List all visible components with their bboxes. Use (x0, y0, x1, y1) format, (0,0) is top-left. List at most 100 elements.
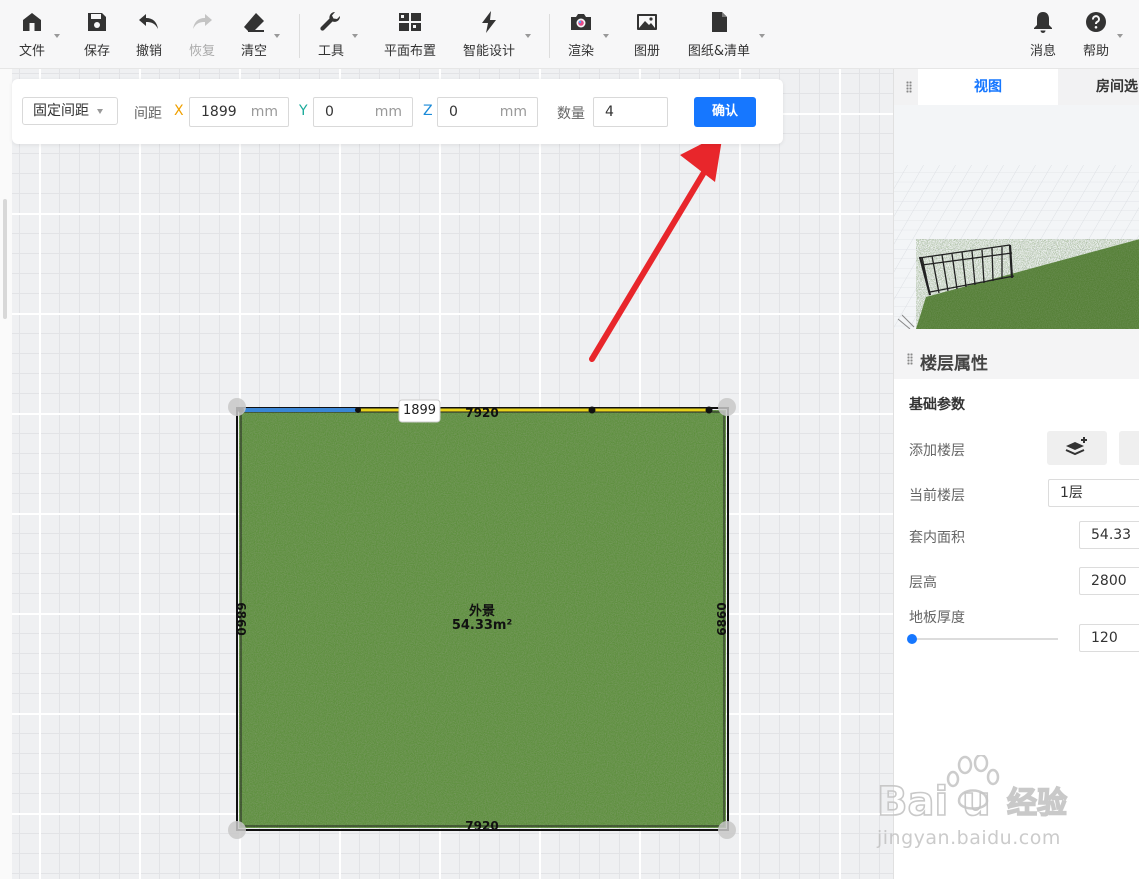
chevron-down-icon (603, 34, 609, 38)
slab-thickness-slider-handle[interactable] (907, 634, 917, 644)
right-panel: 视图 房间选 楼层属性 基础参数 添加楼层 当前楼层 1层 套内面积 54.33… (893, 69, 1139, 879)
floor-properties-section: 楼层属性 基础参数 添加楼层 当前楼层 1层 套内面积 54.33 层高 280… (894, 339, 1139, 879)
render-menu-button[interactable]: 渲染 (566, 10, 609, 60)
save-button[interactable]: 保存 (82, 10, 112, 60)
corner-handle[interactable] (718, 398, 736, 416)
chevron-down-icon (274, 34, 280, 38)
chevron-down-icon (1117, 34, 1123, 38)
basic-params-heading: 基础参数 (909, 397, 965, 413)
drawings-menu-button[interactable]: 图纸&清单 (685, 10, 765, 60)
floor-properties-header: 楼层属性 (894, 339, 1139, 379)
tools-menu-button[interactable]: 工具 (316, 10, 358, 60)
picture-icon (637, 14, 657, 30)
array-copy-panel: 固定间距 间距 X 1899 mm Y 0 mm Z 0 mm 数量 4 确认 (12, 79, 783, 144)
count-input[interactable]: 4 (593, 97, 668, 127)
floor-action-button[interactable] (1119, 431, 1139, 465)
floorplan-button[interactable]: 平面布置 (383, 10, 437, 60)
right-dimension-label: 6860 (715, 602, 729, 636)
inner-area-field[interactable]: 54.33 (1079, 521, 1139, 549)
chevron-down-icon (97, 109, 103, 114)
spacing-mode-value: 固定间距 (33, 103, 89, 119)
redo-icon (193, 14, 212, 29)
home-icon (23, 13, 41, 31)
y-spacing-input[interactable]: 0 mm (313, 97, 413, 127)
3d-scene (894, 105, 1139, 329)
file-label: 文件 (18, 44, 45, 59)
chevron-down-icon (525, 34, 531, 38)
clear-menu-button[interactable]: 清空 (239, 10, 280, 60)
album-button[interactable]: 图册 (632, 10, 662, 60)
tab-view[interactable]: 视图 (918, 69, 1058, 105)
inner-area-label: 套内面积 (909, 530, 965, 546)
undo-label: 撤销 (135, 44, 162, 59)
corner-handle[interactable] (228, 398, 246, 416)
album-label: 图册 (633, 44, 660, 59)
slab-thickness-input[interactable]: 120 (1079, 624, 1139, 652)
top-dimension-label: 7920 (465, 406, 499, 420)
messages-label: 消息 (1029, 44, 1056, 59)
bottom-dimension-label: 7920 (465, 819, 499, 833)
toolbar-divider (299, 14, 300, 58)
current-floor-select[interactable]: 1层 (1048, 479, 1139, 507)
slab-thickness-value: 120 (1091, 630, 1118, 646)
add-floor-button[interactable] (1047, 431, 1107, 465)
current-floor-label: 当前楼层 (909, 488, 965, 504)
add-floor-label: 添加楼层 (909, 443, 965, 459)
spacing-label: 间距 (134, 106, 162, 122)
chevron-down-icon (54, 34, 60, 38)
floor-height-value: 2800 (1091, 573, 1127, 589)
messages-button[interactable]: 消息 (1028, 10, 1058, 60)
left-scrollbar[interactable] (3, 199, 7, 319)
right-panel-tabs: 视图 房间选 (894, 69, 1139, 105)
fence-node[interactable] (705, 406, 713, 414)
confirm-button[interactable]: 确认 (694, 97, 756, 127)
camera-icon (571, 14, 591, 30)
smart-design-menu-button[interactable]: 智能设计 (461, 10, 531, 60)
room-area-label: 54.33m² (451, 618, 513, 633)
drag-handle-icon[interactable] (906, 81, 912, 93)
chevron-down-icon (759, 34, 765, 38)
drawings-label: 图纸&清单 (687, 44, 751, 59)
chevron-down-icon (352, 34, 358, 38)
corner-handle[interactable] (718, 821, 736, 839)
fence-node[interactable] (355, 407, 361, 413)
count-label: 数量 (557, 106, 585, 122)
y-unit-label: mm (374, 104, 402, 120)
floor-height-input[interactable]: 2800 (1079, 567, 1139, 595)
clear-label: 清空 (240, 44, 267, 59)
room-name-label: 外景 (468, 604, 495, 619)
left-dimension-label: 6860 (234, 602, 248, 636)
z-unit-label: mm (499, 104, 527, 120)
tools-label: 工具 (317, 44, 344, 59)
redo-label: 恢复 (188, 44, 215, 59)
help-label: 帮助 (1082, 44, 1109, 59)
x-axis-label: X (174, 103, 184, 119)
y-spacing-value: 0 (325, 104, 334, 120)
corner-handle[interactable] (228, 821, 246, 839)
3d-preview-view[interactable] (894, 105, 1139, 329)
floorplan-drawing (228, 133, 736, 839)
z-spacing-value: 0 (449, 104, 458, 120)
bell-icon (1034, 12, 1052, 33)
eraser-icon (244, 13, 264, 32)
smart-design-label: 智能设计 (462, 44, 515, 59)
help-menu-button[interactable]: 帮助 (1081, 10, 1123, 60)
render-label: 渲染 (567, 44, 594, 59)
file-menu-button[interactable]: 文件 (17, 10, 60, 60)
floorplan-label: 平面布置 (383, 44, 436, 59)
floor-properties-title: 楼层属性 (920, 354, 988, 374)
save-icon (88, 13, 106, 31)
tab-room-select[interactable]: 房间选 (1096, 69, 1138, 105)
y-axis-label: Y (299, 103, 308, 119)
undo-button[interactable]: 撤销 (134, 10, 164, 60)
slab-thickness-slider-track[interactable] (912, 638, 1058, 640)
z-axis-label: Z (423, 103, 433, 119)
z-spacing-input[interactable]: 0 mm (437, 97, 538, 127)
drag-handle-icon[interactable] (907, 353, 913, 365)
x-spacing-input[interactable]: 1899 mm (189, 97, 289, 127)
x-spacing-value: 1899 (201, 104, 237, 120)
spacing-mode-select[interactable]: 固定间距 (22, 97, 118, 125)
floorplan-canvas[interactable]: 1899 7920 7920 6860 6860 外景 54.33m² (12, 69, 893, 879)
redo-button[interactable]: 恢复 (187, 10, 217, 60)
fence-node[interactable] (588, 406, 596, 414)
